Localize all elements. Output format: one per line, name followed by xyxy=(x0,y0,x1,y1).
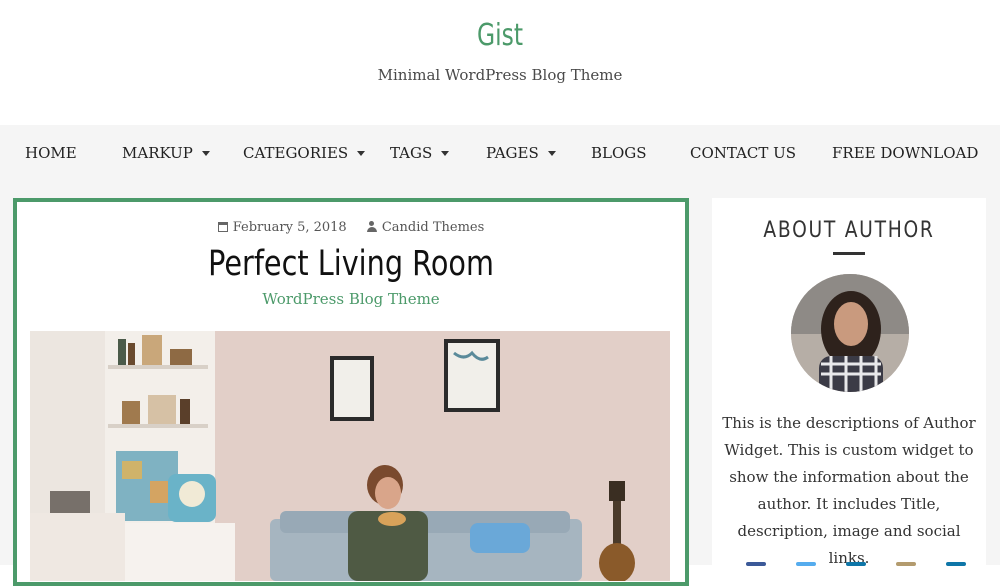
linkedin-icon[interactable] xyxy=(846,562,866,566)
caret-down-icon xyxy=(357,150,366,156)
nav-item-pages[interactable]: PAGES xyxy=(486,144,556,162)
post-featured-image[interactable] xyxy=(30,331,670,581)
site-header: Gist Minimal WordPress Blog Theme xyxy=(0,0,1000,125)
nav-label: CONTACT US xyxy=(690,144,797,162)
post-author[interactable]: Candid Themes xyxy=(366,220,485,235)
nav-label: BLOGS xyxy=(591,144,647,162)
youtube-icon[interactable] xyxy=(946,562,966,566)
caret-down-icon xyxy=(201,150,210,156)
living-room-photo xyxy=(30,331,670,581)
nav-item-blogs[interactable]: BLOGS xyxy=(591,144,647,162)
nav-label: MARKUP xyxy=(122,144,193,162)
caret-down-icon xyxy=(547,150,556,156)
sidebar-author-widget: ABOUT AUTHOR This is the descriptions of… xyxy=(712,198,986,578)
post-title[interactable]: Perfect Living Room xyxy=(77,244,625,284)
title-divider xyxy=(833,252,865,255)
facebook-icon[interactable] xyxy=(746,562,766,566)
nav-item-tags[interactable]: TAGS xyxy=(390,144,450,162)
nav-label: PAGES xyxy=(486,144,539,162)
author-avatar xyxy=(791,274,909,392)
post-meta: February 5, 2018 Candid Themes xyxy=(17,220,685,235)
widget-title: ABOUT AUTHOR xyxy=(763,218,935,243)
nav-label: HOME xyxy=(25,144,77,162)
main-navigation: HOME MARKUP CATEGORIES TAGS PAGES BLOGS … xyxy=(0,125,1000,182)
nav-item-free-download[interactable]: FREE DOWNLOAD xyxy=(832,144,978,162)
nav-item-home[interactable]: HOME xyxy=(25,144,77,162)
post-card: February 5, 2018 Candid Themes Perfect L… xyxy=(13,198,689,586)
nav-label: FREE DOWNLOAD xyxy=(832,144,979,162)
post-date-text: February 5, 2018 xyxy=(232,220,347,235)
post-author-text: Candid Themes xyxy=(381,220,485,235)
nav-item-contact-us[interactable]: CONTACT US xyxy=(690,144,796,162)
nav-label: CATEGORIES xyxy=(243,144,349,162)
caret-down-icon xyxy=(441,150,450,156)
twitter-icon[interactable] xyxy=(796,562,816,566)
instagram-icon[interactable] xyxy=(896,562,916,566)
user-icon xyxy=(366,221,377,232)
author-photo xyxy=(791,274,909,392)
nav-item-categories[interactable]: CATEGORIES xyxy=(243,144,366,162)
post-date[interactable]: February 5, 2018 xyxy=(217,220,347,235)
nav-label: TAGS xyxy=(390,144,433,162)
post-category-link[interactable]: WordPress Blog Theme xyxy=(17,290,685,308)
calendar-icon xyxy=(217,222,228,232)
site-tagline: Minimal WordPress Blog Theme xyxy=(377,66,623,84)
author-bio: This is the descriptions of Author Widge… xyxy=(722,414,976,567)
nav-item-markup[interactable]: MARKUP xyxy=(122,144,210,162)
site-title[interactable]: Gist xyxy=(110,18,890,53)
